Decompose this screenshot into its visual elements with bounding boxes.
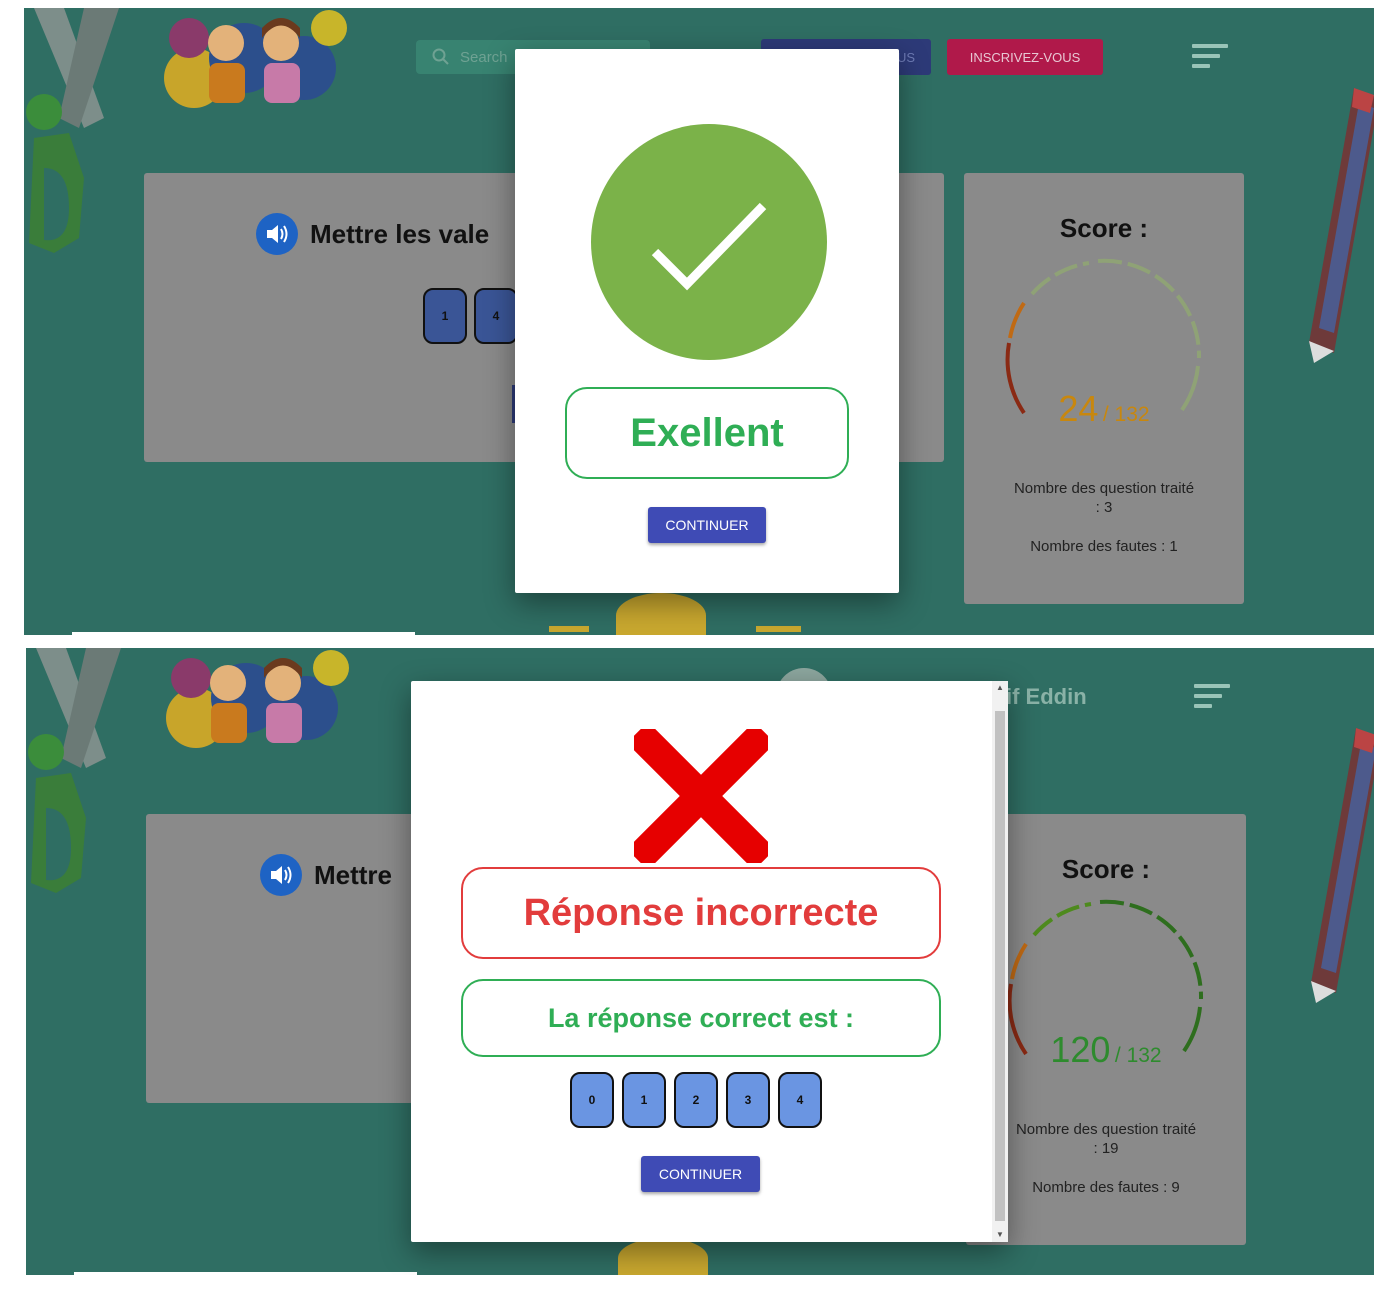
errors-count: Nombre des fautes : 1 — [1030, 538, 1178, 555]
tile-label: 1 — [640, 1093, 648, 1107]
correct-answer-label: La réponse correct est : — [461, 979, 941, 1057]
cross-icon — [634, 729, 768, 863]
tile-label: 0 — [588, 1093, 596, 1107]
search-placeholder: Search — [460, 48, 508, 66]
scroll-thumb[interactable] — [995, 711, 1005, 1221]
errors-count: Nombre des fautes : 9 — [1032, 1179, 1180, 1196]
number-tile[interactable]: 1 — [423, 288, 467, 344]
dialog-scrollbar[interactable]: ▲ ▼ — [992, 681, 1008, 1242]
continue-button[interactable]: CONTINUER — [641, 1156, 760, 1192]
scissors-icon — [28, 648, 121, 893]
answer-tile: 2 — [674, 1072, 718, 1128]
score-current: 24 — [1058, 388, 1099, 429]
answer-tile: 0 — [570, 1072, 614, 1128]
screenshot-error: if Eddin Mettre Score : 120 / 132 Nombre… — [26, 648, 1374, 1275]
questions-count: Nombre des question traité : 19 — [966, 1120, 1246, 1158]
speaker-icon[interactable] — [260, 854, 302, 896]
tile-label: 4 — [796, 1093, 804, 1107]
answer-tile: 4 — [778, 1072, 822, 1128]
speaker-icon[interactable] — [256, 213, 298, 255]
sun-ray — [756, 626, 801, 632]
check-icon — [591, 124, 827, 360]
number-tile[interactable]: 4 — [474, 288, 518, 344]
signup-button-label: INSCRIVEZ-VOUS — [969, 49, 1081, 65]
menu-icon[interactable] — [1192, 44, 1232, 70]
continue-button[interactable]: CONTINUER — [648, 507, 766, 543]
score-total: / 132 — [1114, 1044, 1162, 1067]
sun-decoration — [618, 1238, 708, 1275]
search-icon — [432, 48, 449, 65]
user-name[interactable]: if Eddin — [1006, 684, 1087, 710]
question-title: Mettre les vale — [256, 213, 489, 255]
sun-ray — [549, 626, 589, 632]
login-button-label: US — [896, 49, 915, 65]
scroll-down-icon[interactable]: ▼ — [992, 1228, 1008, 1242]
questions-value: : 3 — [1095, 499, 1113, 516]
score-total: / 132 — [1102, 403, 1150, 426]
score-value: 120 / 132 — [966, 1029, 1246, 1071]
questions-count: Nombre des question traité : 3 — [964, 479, 1244, 517]
score-card: Score : 24 / 132 Nombre des question tra… — [964, 173, 1244, 604]
signup-button[interactable]: INSCRIVEZ-VOUS — [947, 39, 1103, 75]
question-title-text: Mettre — [314, 859, 393, 890]
score-value: 24 / 132 — [964, 388, 1244, 430]
answer-tile: 3 — [726, 1072, 770, 1128]
tile-label: 1 — [441, 309, 449, 323]
tile-label: 4 — [492, 309, 500, 323]
pencil-icon — [1311, 728, 1374, 1003]
question-card: Mettre — [146, 814, 416, 1103]
scissors-icon — [26, 8, 119, 253]
tile-label: 3 — [744, 1093, 752, 1107]
score-current: 120 — [1050, 1029, 1111, 1070]
success-message: Exellent — [565, 387, 849, 479]
score-title: Score : — [1059, 213, 1149, 243]
kids-logo — [164, 10, 347, 108]
questions-value: : 19 — [1093, 1140, 1119, 1157]
questions-label: Nombre des question traité — [1013, 480, 1195, 497]
question-title-text: Mettre les vale — [310, 218, 490, 249]
questions-label: Nombre des question traité — [1015, 1121, 1197, 1138]
divider — [74, 1272, 417, 1275]
score-title: Score : — [1061, 854, 1151, 884]
pencil-icon — [1309, 88, 1374, 363]
question-title: Mettre — [260, 854, 392, 896]
answer-tile: 1 — [622, 1072, 666, 1128]
error-dialog: Réponse incorrecte La réponse correct es… — [411, 681, 1008, 1242]
score-card: Score : 120 / 132 Nombre des question tr… — [966, 814, 1246, 1245]
scroll-up-icon[interactable]: ▲ — [992, 681, 1008, 695]
kids-logo — [166, 650, 349, 748]
menu-icon[interactable] — [1194, 684, 1234, 710]
success-dialog: Exellent CONTINUER — [515, 49, 899, 593]
sun-decoration — [616, 593, 706, 635]
error-message: Réponse incorrecte — [461, 867, 941, 959]
screenshot-success: Search US INSCRIVEZ-VOUS Mettre les vale… — [24, 8, 1374, 635]
tile-label: 2 — [692, 1093, 700, 1107]
divider — [72, 632, 415, 635]
